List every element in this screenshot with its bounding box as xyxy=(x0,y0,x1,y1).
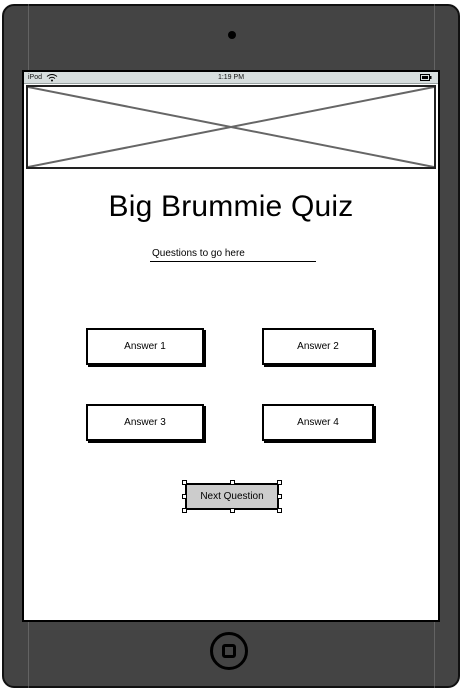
answer-1-button[interactable]: Answer 1 xyxy=(86,328,204,365)
answer-4-button[interactable]: Answer 4 xyxy=(262,404,374,441)
selection-handle[interactable] xyxy=(182,508,187,513)
selection-handle[interactable] xyxy=(277,508,282,513)
page-title: Big Brummie Quiz xyxy=(108,190,354,223)
selection-handle[interactable] xyxy=(277,494,282,499)
battery-icon xyxy=(420,74,432,83)
question-text: Questions to go here xyxy=(150,248,316,262)
status-time: 1:19 PM xyxy=(217,74,245,81)
image-placeholder-icon xyxy=(28,87,434,167)
camera-icon xyxy=(228,31,236,39)
selection-handle[interactable] xyxy=(277,480,282,485)
next-question-button[interactable]: Next Question xyxy=(185,483,279,510)
home-square-icon xyxy=(222,644,236,658)
answer-3-button[interactable]: Answer 3 xyxy=(86,404,204,441)
selection-handle[interactable] xyxy=(230,508,235,513)
header-image-placeholder xyxy=(26,85,436,169)
answer-2-button[interactable]: Answer 2 xyxy=(262,328,374,365)
selection-handle[interactable] xyxy=(182,480,187,485)
status-bar: iPod 1:19 PM xyxy=(24,72,438,84)
home-button[interactable] xyxy=(210,632,248,670)
device-screen: iPod 1:19 PM Big Brummie Quiz Questions … xyxy=(22,70,440,622)
selection-handle[interactable] xyxy=(182,494,187,499)
selection-handle[interactable] xyxy=(230,480,235,485)
